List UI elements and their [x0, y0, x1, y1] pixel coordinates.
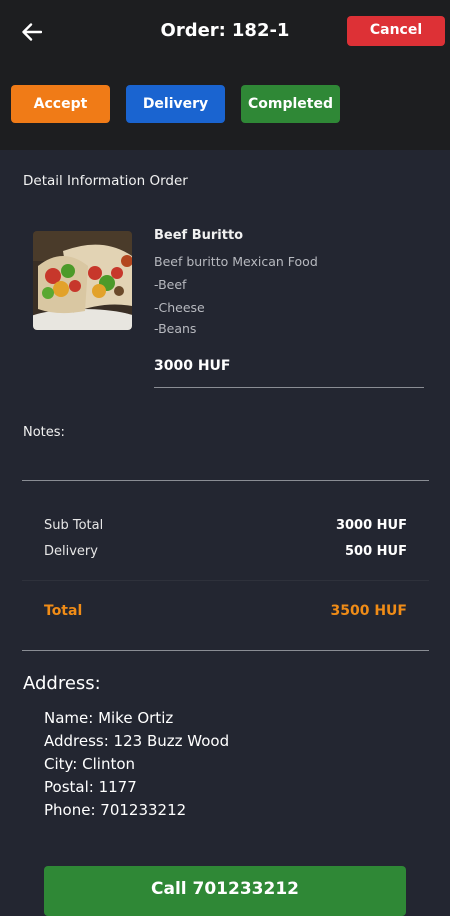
- top-bar: Order: 182-1 Cancel Accept Delivery Compl…: [0, 0, 450, 150]
- notes-label: Notes:: [23, 425, 65, 440]
- address-title: Address:: [23, 673, 101, 694]
- item-ingredient: -Beef: [154, 277, 187, 292]
- address-name: Name: Mike Ortiz: [44, 709, 174, 727]
- cancel-button[interactable]: Cancel: [347, 16, 445, 46]
- food-image: [33, 231, 132, 330]
- item-description: Beef buritto Mexican Food: [154, 254, 318, 269]
- order-number: 182-1: [231, 20, 290, 41]
- item-price: 3000 HUF: [154, 358, 231, 374]
- call-button[interactable]: Call 701233212: [44, 866, 406, 916]
- subtotal-label: Sub Total: [44, 518, 104, 533]
- subtotal-value: 3000 HUF: [335, 518, 407, 533]
- item-divider: [154, 387, 424, 388]
- delivery-fee-value: 500 HUF: [345, 544, 407, 559]
- item-ingredient: -Beans: [154, 321, 197, 336]
- address-postal: Postal: 1177: [44, 778, 137, 796]
- address-phone: Phone: 701233212: [44, 801, 187, 819]
- summary-divider: [22, 580, 429, 581]
- completed-button[interactable]: Completed: [241, 85, 340, 123]
- address-street: Address: 123 Buzz Wood: [44, 732, 230, 750]
- notes-divider: [22, 480, 429, 481]
- total-value: 3500 HUF: [330, 603, 408, 619]
- total-label: Total: [44, 603, 83, 619]
- order-title-prefix: Order:: [160, 20, 226, 41]
- item-name: Beef Buritto: [154, 228, 244, 243]
- delivery-fee-label: Delivery: [44, 544, 98, 559]
- address-city: City: Clinton: [44, 755, 136, 773]
- total-divider: [22, 650, 429, 651]
- delivery-button[interactable]: Delivery: [126, 85, 225, 123]
- item-ingredient: -Cheese: [154, 300, 205, 315]
- accept-button[interactable]: Accept: [11, 85, 110, 123]
- detail-section-title: Detail Information Order: [23, 173, 188, 189]
